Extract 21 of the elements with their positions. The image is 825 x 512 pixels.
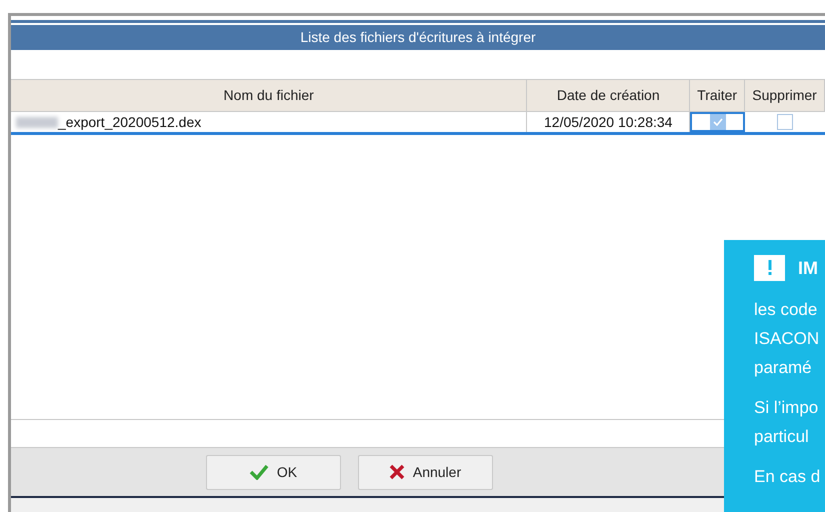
exclamation-icon <box>754 255 785 281</box>
column-header[interactable]: Traiter <box>690 80 746 111</box>
file-name: _export_20200512.dex <box>58 112 202 132</box>
ok-button[interactable]: OK <box>206 454 340 490</box>
notice-text: En cas d <box>754 466 822 488</box>
table-cell: 12/05/2020 10:28:34 <box>527 112 690 132</box>
dialog-title: Liste des fichiers d'écritures à intégrer <box>300 28 536 47</box>
check-icon <box>248 464 269 480</box>
check-icon <box>712 118 723 126</box>
column-header[interactable]: Date de création <box>527 80 690 111</box>
cross-icon <box>388 464 405 480</box>
notice-text: Si l’impo particul <box>754 397 820 448</box>
blurred-block <box>16 116 58 128</box>
table-row[interactable]: _export_20200512.dex 12/05/2020 10:28:34 <box>11 112 825 135</box>
checkbox[interactable] <box>777 114 794 130</box>
column-header[interactable]: Nom du fichier <box>11 80 528 111</box>
cancel-button[interactable]: Annuler <box>358 454 492 490</box>
column-header[interactable]: Supprimer <box>745 80 825 111</box>
notice-title: IM <box>798 256 818 280</box>
notice-text: les code ISACON paramé <box>754 299 820 379</box>
checkbox[interactable] <box>710 114 726 130</box>
